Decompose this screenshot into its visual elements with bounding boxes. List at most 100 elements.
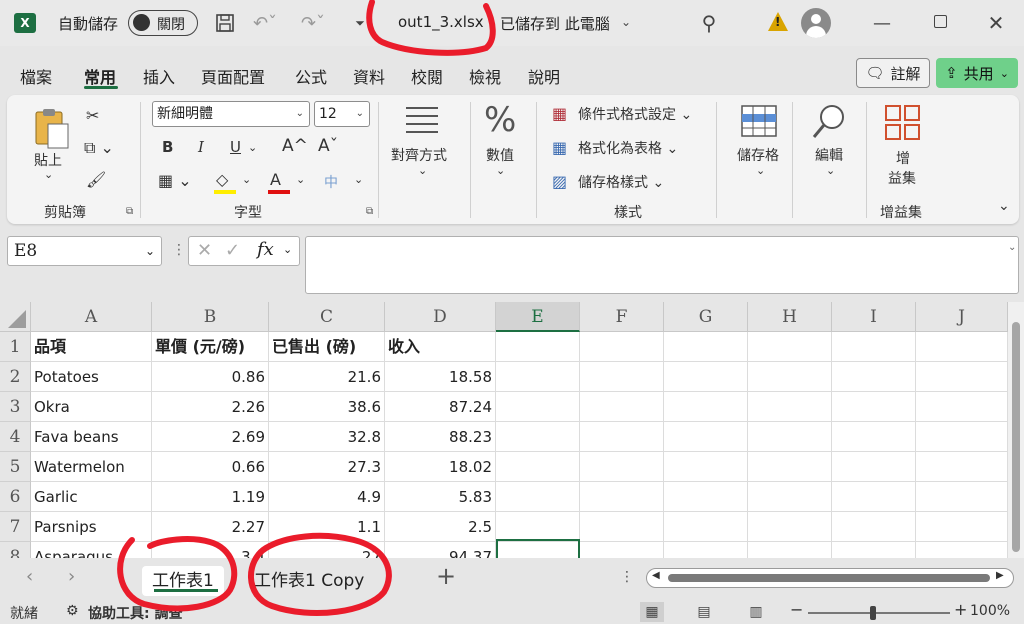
table-cell[interactable]	[664, 422, 748, 452]
paste-label[interactable]: 貼上	[34, 150, 62, 170]
table-cell[interactable]	[580, 392, 664, 422]
chevron-down-icon[interactable]: ⌄	[826, 164, 835, 177]
expand-formula-bar-icon[interactable]: ⌄	[1008, 242, 1016, 253]
zoom-level[interactable]: 100%	[970, 603, 1010, 619]
tab-review[interactable]: 校閱	[411, 64, 443, 88]
table-cell[interactable]	[916, 542, 1008, 558]
zoom-slider[interactable]	[808, 612, 950, 614]
table-cell[interactable]	[580, 512, 664, 542]
chevron-down-icon[interactable]: ⌄	[756, 164, 765, 177]
worksheet-grid[interactable]: A B C D E F G H I J 1 品項 單價 (元/磅) 已售出 (磅) 收入 2 Potatoes 0…	[0, 302, 1008, 558]
table-cell[interactable]	[496, 362, 580, 392]
table-cell[interactable]: 已售出 (磅)	[269, 332, 385, 362]
format-painter-icon[interactable]: 🖌	[86, 170, 106, 189]
table-cell[interactable]	[832, 482, 916, 512]
redo-icon[interactable]: ↷ˇ	[298, 10, 328, 36]
dialog-launcher-icon[interactable]: ⧉	[126, 206, 133, 217]
close-icon[interactable]: ✕	[984, 10, 1008, 36]
chevron-down-icon[interactable]: ⌄	[283, 243, 292, 256]
table-cell[interactable]: Fava beans	[31, 422, 152, 452]
table-cell[interactable]: 27	[269, 542, 385, 558]
zoom-in-icon[interactable]: +	[954, 600, 967, 619]
maximize-icon[interactable]	[934, 15, 947, 28]
alignment-label[interactable]: 對齊方式	[391, 145, 447, 165]
page-break-view-icon[interactable]: ▥	[744, 602, 768, 622]
table-cell[interactable]: 21.6	[269, 362, 385, 392]
table-cell[interactable]	[496, 512, 580, 542]
table-cell[interactable]	[916, 392, 1008, 422]
table-cell[interactable]	[916, 422, 1008, 452]
chevron-down-icon[interactable]: ⌄	[44, 168, 53, 181]
table-cell[interactable]	[832, 452, 916, 482]
table-cell[interactable]: 27.3	[269, 452, 385, 482]
scroll-right-icon[interactable]: ▶	[996, 570, 1004, 581]
table-cell[interactable]	[832, 512, 916, 542]
decrease-font-size-button[interactable]: Aˇ	[318, 136, 338, 156]
table-cell[interactable]	[664, 392, 748, 422]
horizontal-scrollbar-thumb[interactable]	[668, 574, 990, 582]
column-header-e[interactable]: E	[496, 302, 580, 332]
comments-button[interactable]: 🗨 註解	[856, 58, 930, 88]
column-header-b[interactable]: B	[152, 302, 269, 332]
normal-view-icon[interactable]: ▦	[640, 602, 664, 622]
more-options-icon[interactable]: ⋮	[172, 242, 186, 258]
table-cell[interactable]: 品項	[31, 332, 152, 362]
chevron-down-icon[interactable]: ⌄	[418, 164, 427, 177]
chevron-down-icon[interactable]: ⌄	[618, 12, 634, 32]
tab-home[interactable]: 常用	[84, 64, 116, 88]
row-header[interactable]: 2	[0, 362, 31, 392]
tab-insert[interactable]: 插入	[143, 64, 175, 88]
table-cell[interactable]	[748, 362, 832, 392]
underline-button[interactable]: U	[230, 138, 241, 156]
row-header[interactable]: 5	[0, 452, 31, 482]
column-header-i[interactable]: I	[832, 302, 916, 332]
table-cell[interactable]	[748, 452, 832, 482]
avatar[interactable]	[801, 8, 831, 38]
cancel-icon[interactable]: ✕	[197, 240, 212, 261]
table-cell[interactable]	[580, 482, 664, 512]
zoom-out-icon[interactable]: −	[790, 600, 803, 619]
more-options-icon[interactable]: ⋮	[620, 569, 634, 585]
table-cell[interactable]	[916, 482, 1008, 512]
chevron-down-icon[interactable]: ⌄	[242, 173, 251, 186]
copy-icon[interactable]: ⧉ ⌄	[84, 138, 114, 158]
table-cell[interactable]	[748, 482, 832, 512]
table-cell[interactable]: 1.1	[269, 512, 385, 542]
table-cell[interactable]: Watermelon	[31, 452, 152, 482]
chevron-down-icon[interactable]: ⌄	[354, 173, 363, 186]
table-cell[interactable]	[832, 392, 916, 422]
add-ins-icon[interactable]	[884, 104, 922, 142]
scroll-left-icon[interactable]: ◀	[652, 570, 660, 581]
share-button[interactable]: ⇪ 共用 ⌄	[936, 58, 1018, 88]
add-ins-label-1[interactable]: 增	[896, 148, 910, 168]
save-status[interactable]: 已儲存到 此電腦	[500, 13, 610, 34]
chevron-down-icon[interactable]: ⌄	[296, 173, 305, 186]
table-cell[interactable]: 94.37	[385, 542, 496, 558]
table-cell[interactable]	[664, 332, 748, 362]
formula-input[interactable]	[305, 236, 1019, 294]
table-cell[interactable]: Parsnips	[31, 512, 152, 542]
zoom-slider-knob[interactable]	[870, 606, 876, 620]
table-cell[interactable]: 2.5	[385, 512, 496, 542]
bold-button[interactable]: B	[162, 138, 173, 156]
table-cell[interactable]: 2.69	[152, 422, 269, 452]
table-cell[interactable]	[916, 452, 1008, 482]
editing-label[interactable]: 編輯	[815, 145, 843, 165]
font-size-combo[interactable]: 12 ⌄	[314, 101, 370, 127]
row-header[interactable]: 7	[0, 512, 31, 542]
accessibility-status[interactable]: 協助工具: 調查	[88, 603, 182, 623]
add-sheet-button[interactable]: +	[436, 562, 456, 590]
table-cell[interactable]	[664, 512, 748, 542]
select-all-corner[interactable]	[0, 302, 31, 332]
table-cell[interactable]	[664, 362, 748, 392]
align-icon[interactable]	[402, 104, 442, 138]
previous-sheet-icon[interactable]: ‹	[26, 566, 33, 587]
table-cell[interactable]: 18.02	[385, 452, 496, 482]
table-cell[interactable]	[748, 332, 832, 362]
table-cell[interactable]	[580, 542, 664, 558]
column-header-a[interactable]: A	[31, 302, 152, 332]
insert-function-button[interactable]: fx	[257, 239, 274, 260]
table-cell[interactable]	[832, 422, 916, 452]
tab-file[interactable]: 檔案	[20, 64, 52, 88]
tab-formulas[interactable]: 公式	[295, 64, 327, 88]
